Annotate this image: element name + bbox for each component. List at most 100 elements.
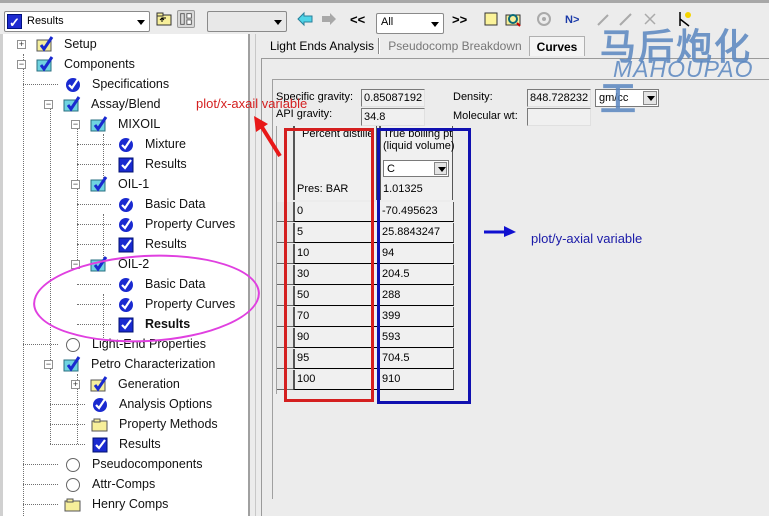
tree-item-label: Attr-Comps — [92, 477, 156, 491]
tree-connector — [50, 444, 85, 445]
api-gravity-field[interactable]: 34.8 — [361, 108, 425, 126]
collapse-icon[interactable]: − — [17, 60, 26, 69]
collapse-icon[interactable]: − — [71, 180, 80, 189]
round-check-icon — [117, 195, 135, 213]
tree-item-label: Assay/Blend — [91, 97, 161, 111]
data-browser-icon[interactable] — [504, 10, 522, 28]
tree-item-basic-data[interactable]: Basic Data — [3, 194, 248, 214]
specific-gravity-field[interactable]: 0.85087192 — [361, 89, 425, 107]
tree-item-oil-1[interactable]: − OIL-1 — [3, 174, 248, 194]
tree-connector — [23, 344, 58, 345]
folder-icon — [91, 415, 109, 433]
tab-divider — [378, 38, 380, 54]
checked-folder-icon — [36, 35, 54, 53]
tree-item-label: Petro Characterization — [91, 357, 216, 371]
checked-folder-icon — [90, 375, 108, 393]
tree-item-label: Analysis Options — [119, 397, 213, 411]
round-check-icon — [64, 75, 82, 93]
tree-item-generation[interactable]: + Generation — [3, 374, 248, 394]
tree-item-analysis-options[interactable]: Analysis Options — [3, 394, 248, 414]
tree-connector — [23, 84, 58, 85]
tree-item-label: Specifications — [92, 77, 170, 91]
tree-item-label: MIXOIL — [118, 117, 161, 131]
tree-connector — [77, 164, 111, 165]
tree-item-setup[interactable]: + Setup — [3, 34, 248, 54]
tree-item-label: OIL-1 — [118, 177, 150, 191]
secondary-combo[interactable] — [207, 11, 287, 32]
empty-circle-icon — [64, 455, 82, 473]
tree-item-attr-comps[interactable]: Attr-Comps — [3, 474, 248, 494]
collapse-icon[interactable]: − — [71, 120, 80, 129]
tree-item-label: Setup — [64, 37, 97, 51]
tree-connector — [23, 464, 58, 465]
tree-item-results[interactable]: Results — [3, 434, 248, 454]
tab-light-ends-analysis[interactable]: Light Ends Analysis — [265, 36, 379, 56]
tree-item-label: Results — [145, 157, 187, 171]
molecular-wt-field[interactable] — [527, 108, 591, 126]
tree-item-components[interactable]: − Components — [3, 54, 248, 74]
tab-pseudocomp-breakdown[interactable]: Pseudocomp Breakdown — [385, 36, 525, 56]
chevron-down-icon — [431, 22, 439, 27]
tree-connector — [77, 204, 111, 205]
empty-circle-icon — [64, 335, 82, 353]
watermark-en: MAHOUPAO — [613, 56, 754, 82]
tree-item-property-curves[interactable]: Property Curves — [3, 214, 248, 234]
tree-item-label: Generation — [118, 377, 180, 391]
folder-icon — [64, 495, 82, 513]
red-arrow-icon — [254, 116, 282, 158]
round-check-icon — [117, 135, 135, 153]
tree-item-results[interactable]: Results — [3, 154, 248, 174]
tree-connector — [23, 484, 58, 485]
blue-arrow-icon — [484, 226, 516, 237]
tree-item-mixoil[interactable]: − MIXOIL — [3, 114, 248, 134]
next-icon[interactable]: N> — [565, 10, 583, 28]
tree-connector — [77, 224, 111, 225]
square-check-icon — [117, 155, 135, 173]
tree-item-label: Henry Comps — [92, 497, 169, 511]
filter-combo[interactable]: All — [376, 13, 444, 34]
checked-folder-icon — [90, 175, 108, 193]
square-check-icon — [91, 435, 109, 453]
back-arrow-icon[interactable] — [296, 10, 314, 28]
next-button[interactable]: >> — [452, 12, 467, 27]
tree-item-pseudocomponents[interactable]: Pseudocomponents — [3, 454, 248, 474]
tree-connector — [23, 504, 58, 505]
tree-item-mixture[interactable]: Mixture — [3, 134, 248, 154]
empty-circle-icon — [64, 475, 82, 493]
forward-arrow-icon[interactable] — [320, 10, 338, 28]
tree-item-label: Basic Data — [145, 197, 206, 211]
previous-button[interactable]: << — [350, 12, 365, 27]
folder-up-icon[interactable] — [155, 10, 173, 28]
collapse-icon[interactable]: − — [44, 100, 53, 109]
checked-folder-icon — [90, 115, 108, 133]
chevron-down-icon — [137, 20, 145, 25]
form-selector-combo[interactable]: ✓ Results — [4, 11, 150, 32]
tree-item-specifications[interactable]: Specifications — [3, 74, 248, 94]
tree-item-label: Property Methods — [119, 417, 218, 431]
chevron-down-icon — [274, 20, 282, 25]
tree-item-property-methods[interactable]: Property Methods — [3, 414, 248, 434]
density-field[interactable]: 848.728232 — [527, 89, 591, 107]
tree-connector — [50, 424, 85, 425]
x-variable-annotation: plot/x-axail variable — [196, 96, 308, 111]
density-label: Density: — [453, 91, 493, 103]
tree-item-label: Results — [145, 237, 187, 251]
tree-item-henry-comps[interactable]: Henry Comps — [3, 494, 248, 514]
tree-item-results[interactable]: Results — [3, 234, 248, 254]
tree-view-icon[interactable] — [177, 10, 195, 28]
tree-item-petro-characterization[interactable]: − Petro Characterization — [3, 354, 248, 374]
tab-curves[interactable]: Curves — [529, 36, 585, 56]
round-check-icon — [91, 395, 109, 413]
tree-item-label: Property Curves — [145, 217, 236, 231]
filter-combo-value: All — [381, 16, 394, 28]
tree-item-label: Results — [119, 437, 161, 451]
checkmark-icon: ✓ — [7, 14, 22, 30]
run-settings-icon[interactable] — [535, 10, 553, 28]
y-variable-annotation: plot/y-axial variable — [531, 231, 643, 246]
molecular-wt-label: Molecular wt: — [453, 110, 518, 122]
expand-icon[interactable]: + — [17, 40, 26, 49]
collapse-icon[interactable]: − — [44, 360, 53, 369]
expand-icon[interactable]: + — [71, 380, 80, 389]
round-check-icon — [117, 215, 135, 233]
new-form-icon[interactable] — [482, 10, 500, 28]
